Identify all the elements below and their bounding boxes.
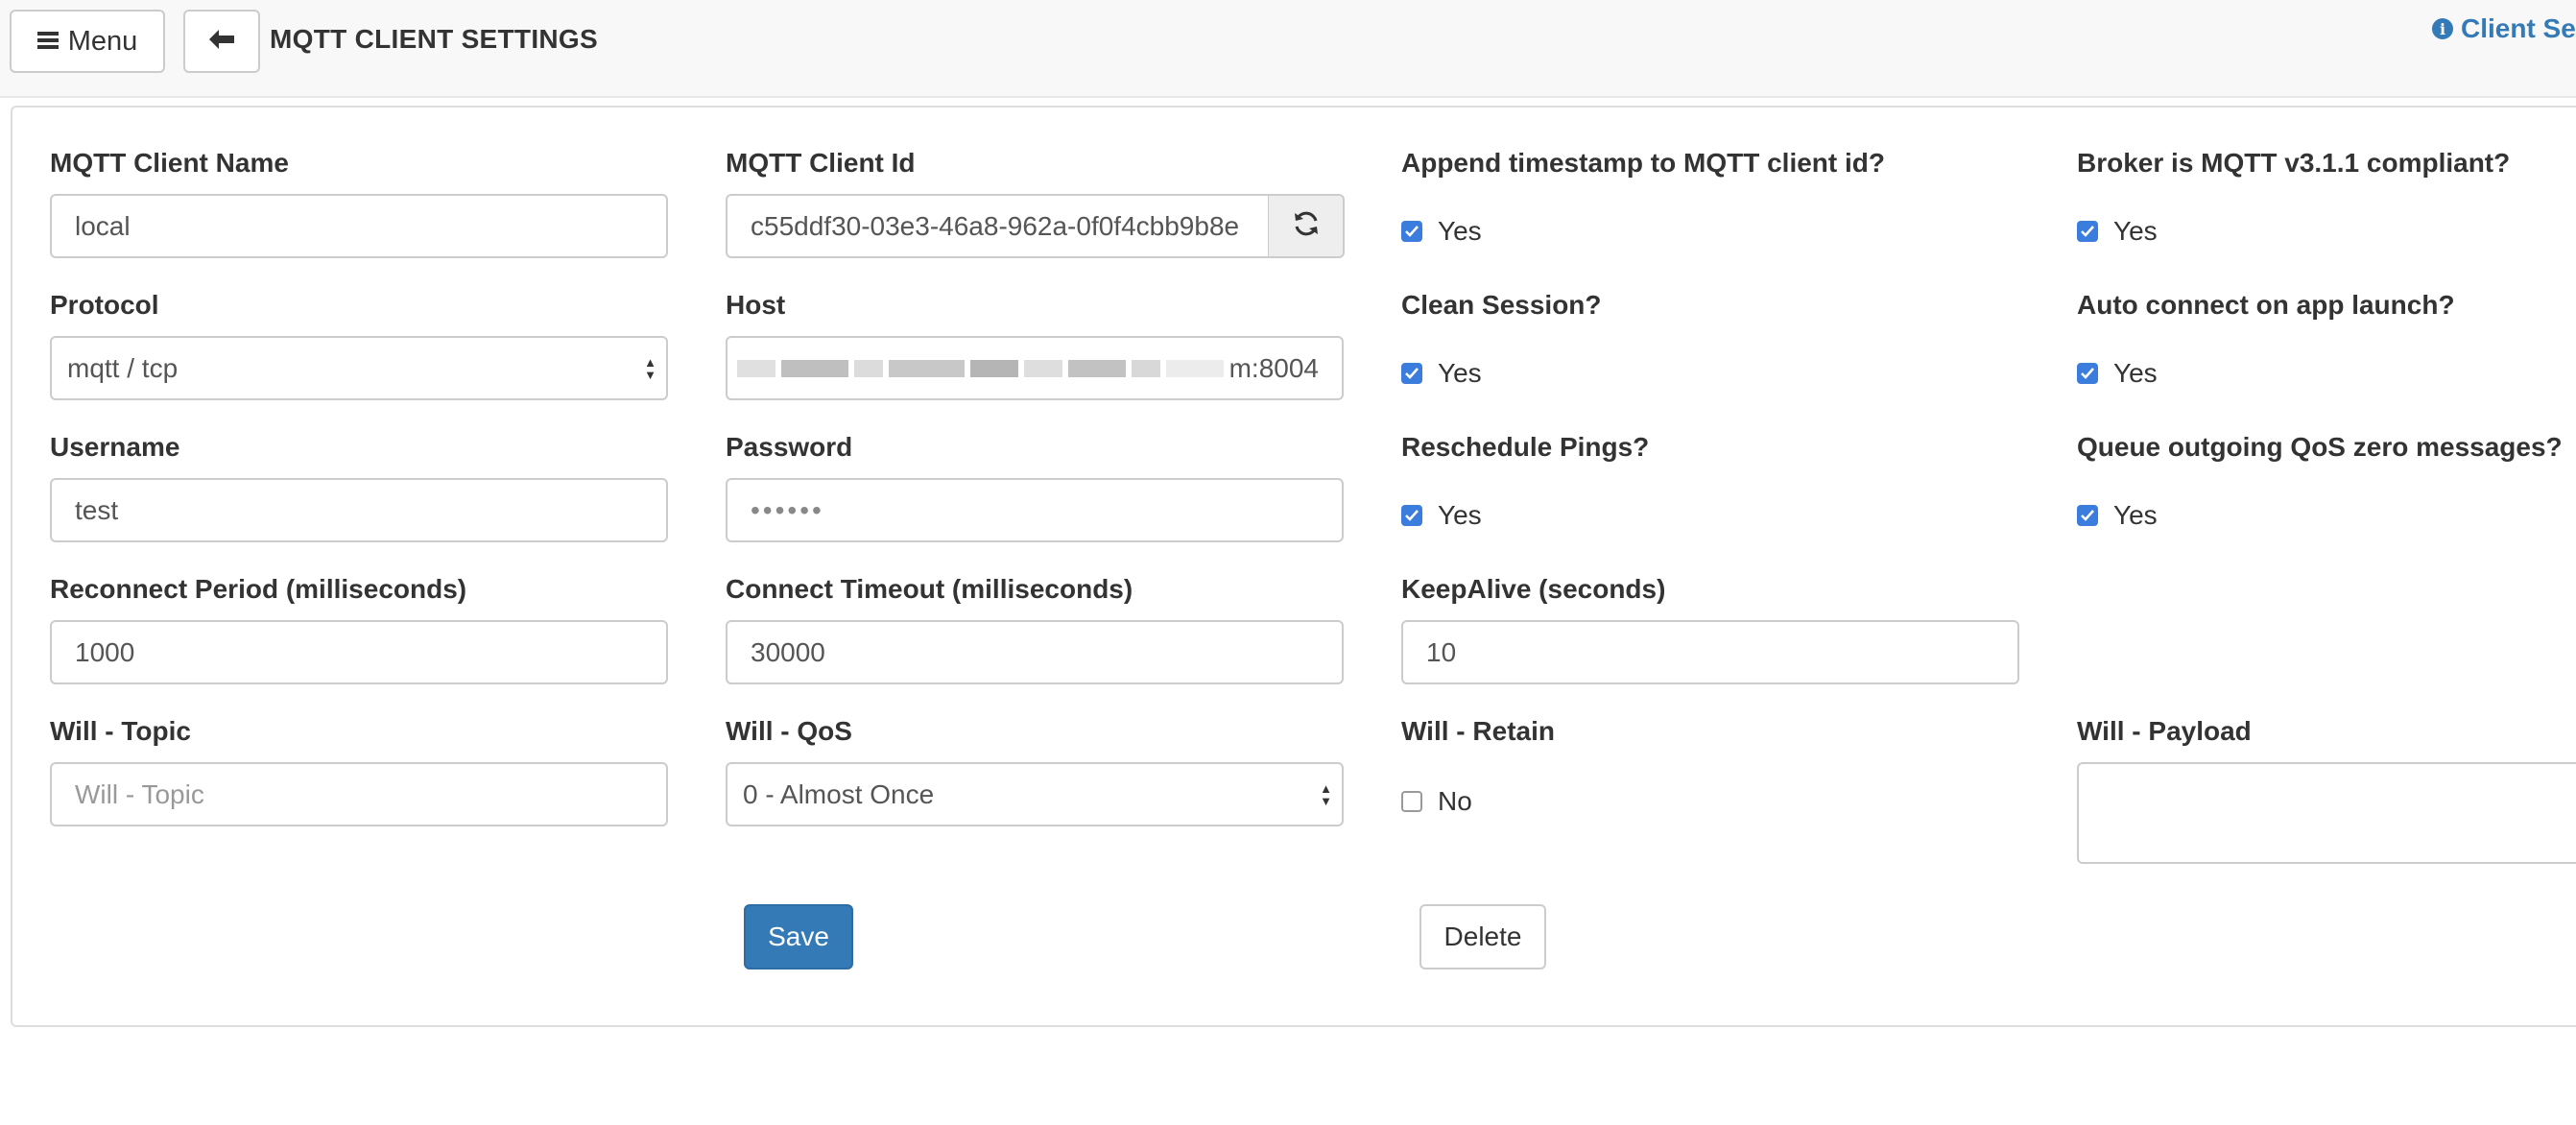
will-retain-checkbox[interactable] bbox=[1401, 791, 1422, 812]
queue-qos-zero-checkbox-row[interactable]: Yes bbox=[2077, 500, 2158, 531]
connect-timeout-label: Connect Timeout (milliseconds) bbox=[726, 574, 1133, 604]
arrow-left-icon bbox=[208, 26, 235, 58]
refresh-icon bbox=[1292, 209, 1321, 243]
delete-button[interactable]: Delete bbox=[1419, 904, 1546, 969]
clean-session-checkbox-row[interactable]: Yes bbox=[1401, 358, 1482, 389]
reschedule-pings-value: Yes bbox=[1438, 500, 1482, 530]
reschedule-pings-label: Reschedule Pings? bbox=[1401, 432, 1650, 462]
will-retain-value: No bbox=[1438, 786, 1472, 816]
append-timestamp-checkbox[interactable] bbox=[1401, 221, 1422, 242]
client-name-label: MQTT Client Name bbox=[50, 148, 289, 178]
username-input[interactable]: test bbox=[50, 478, 668, 542]
auto-connect-checkbox[interactable] bbox=[2077, 363, 2098, 384]
info-icon: i bbox=[2432, 18, 2453, 39]
broker-compliant-checkbox[interactable] bbox=[2077, 221, 2098, 242]
protocol-label: Protocol bbox=[50, 290, 159, 320]
will-retain-label: Will - Retain bbox=[1401, 716, 1555, 746]
client-id-input[interactable]: c55ddf30-03e3-46a8-962a-0f0f4cbb9b8e bbox=[726, 194, 1270, 258]
client-settings-link[interactable]: i Client Se bbox=[2432, 13, 2576, 44]
clean-session-checkbox[interactable] bbox=[1401, 363, 1422, 384]
reconnect-period-input[interactable]: 1000 bbox=[50, 620, 668, 684]
will-qos-select[interactable]: 0 - Almost Once ▲ ▼ bbox=[726, 762, 1344, 826]
append-timestamp-value: Yes bbox=[1438, 216, 1482, 246]
host-redacted-block bbox=[737, 359, 1229, 377]
reschedule-pings-checkbox-row[interactable]: Yes bbox=[1401, 500, 1482, 531]
keepalive-input[interactable]: 10 bbox=[1401, 620, 2019, 684]
client-settings-link-label: Client Se bbox=[2461, 13, 2576, 43]
protocol-select-value: mqtt / tcp bbox=[67, 352, 179, 383]
regenerate-id-button[interactable] bbox=[1269, 194, 1345, 258]
will-payload-label: Will - Payload bbox=[2077, 716, 2252, 746]
save-button[interactable]: Save bbox=[744, 904, 853, 969]
auto-connect-value: Yes bbox=[2113, 358, 2158, 388]
append-timestamp-label: Append timestamp to MQTT client id? bbox=[1401, 148, 1885, 178]
host-input[interactable]: m:8004 bbox=[726, 336, 1344, 400]
reschedule-pings-checkbox[interactable] bbox=[1401, 505, 1422, 526]
will-topic-input[interactable]: Will - Topic bbox=[50, 762, 668, 826]
broker-compliant-label: Broker is MQTT v3.1.1 compliant? bbox=[2077, 148, 2511, 178]
clean-session-label: Clean Session? bbox=[1401, 290, 1602, 320]
menu-button-label: Menu bbox=[67, 25, 138, 57]
will-retain-checkbox-row[interactable]: No bbox=[1401, 786, 1472, 817]
username-label: Username bbox=[50, 432, 180, 462]
connect-timeout-input[interactable]: 30000 bbox=[726, 620, 1344, 684]
auto-connect-label: Auto connect on app launch? bbox=[2077, 290, 2455, 320]
queue-qos-zero-label: Queue outgoing QoS zero messages? bbox=[2077, 432, 2563, 462]
password-input[interactable]: •••••• bbox=[726, 478, 1344, 542]
back-button[interactable] bbox=[183, 10, 260, 73]
password-label: Password bbox=[726, 432, 853, 462]
select-arrows-icon: ▲ ▼ bbox=[1320, 780, 1332, 808]
select-arrows-icon: ▲ ▼ bbox=[644, 354, 656, 382]
host-value-suffix: m:8004 bbox=[1228, 352, 1319, 383]
client-id-label: MQTT Client Id bbox=[726, 148, 916, 178]
broker-compliant-checkbox-row[interactable]: Yes bbox=[2077, 216, 2158, 247]
reconnect-period-label: Reconnect Period (milliseconds) bbox=[50, 574, 467, 604]
page-title: MQTT CLIENT SETTINGS bbox=[270, 24, 598, 54]
will-qos-label: Will - QoS bbox=[726, 716, 852, 746]
client-name-input[interactable]: local bbox=[50, 194, 668, 258]
host-label: Host bbox=[726, 290, 786, 320]
hamburger-icon bbox=[36, 26, 59, 58]
menu-button[interactable]: Menu bbox=[10, 10, 165, 73]
keepalive-label: KeepAlive (seconds) bbox=[1401, 574, 1666, 604]
will-payload-textarea[interactable] bbox=[2077, 762, 2576, 864]
will-topic-label: Will - Topic bbox=[50, 716, 191, 746]
will-qos-select-value: 0 - Almost Once bbox=[743, 778, 935, 809]
protocol-select[interactable]: mqtt / tcp ▲ ▼ bbox=[50, 336, 668, 400]
broker-compliant-value: Yes bbox=[2113, 216, 2158, 246]
queue-qos-zero-checkbox[interactable] bbox=[2077, 505, 2098, 526]
top-navbar: Menu MQTT CLIENT SETTINGS i Client Se bbox=[0, 0, 2576, 98]
clean-session-value: Yes bbox=[1438, 358, 1482, 388]
auto-connect-checkbox-row[interactable]: Yes bbox=[2077, 358, 2158, 389]
append-timestamp-checkbox-row[interactable]: Yes bbox=[1401, 216, 1482, 247]
queue-qos-zero-value: Yes bbox=[2113, 500, 2158, 530]
